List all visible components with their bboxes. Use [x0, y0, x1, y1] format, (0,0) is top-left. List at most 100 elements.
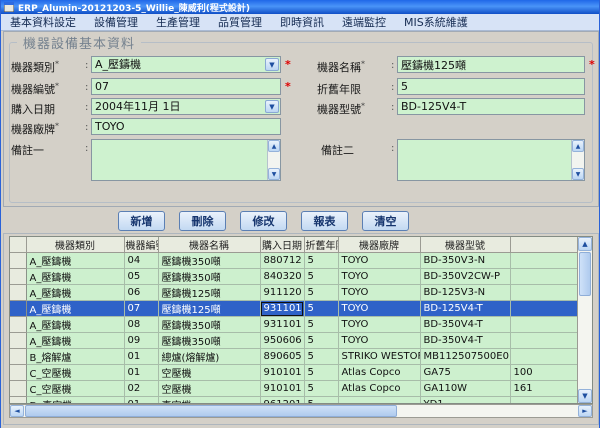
- cell: 09: [124, 332, 159, 349]
- colon: :: [391, 60, 395, 71]
- cell: 161: [510, 380, 579, 397]
- scroll-right-icon[interactable]: ►: [578, 405, 592, 417]
- menu-item-basic-data[interactable]: 基本資料設定: [1, 13, 85, 31]
- cell: 05: [124, 268, 159, 285]
- menu-item-realtime-info[interactable]: 即時資訊: [271, 13, 333, 31]
- cell: 01: [124, 396, 159, 403]
- table-row[interactable]: A_壓鑄機 08 壓鑄機350噸 931101 5 TOYO BD-350V4-T: [10, 316, 579, 333]
- number-field[interactable]: [91, 78, 281, 95]
- name-field[interactable]: [397, 56, 585, 73]
- menu-bar: 基本資料設定 設備管理 生產管理 品質管理 即時資訊 遠端監控 MIS系統維護: [1, 13, 599, 31]
- colon: :: [85, 82, 89, 93]
- add-button[interactable]: 新增: [118, 211, 165, 231]
- clear-button[interactable]: 清空: [362, 211, 409, 231]
- row-selector[interactable]: [10, 364, 27, 381]
- menu-item-equipment[interactable]: 設備管理: [85, 13, 147, 31]
- app-icon: [4, 2, 14, 12]
- memo2-scrollbar[interactable]: ▲ ▼: [571, 140, 584, 180]
- cell: BD-350V4-T: [420, 316, 511, 333]
- memo1-scrollbar[interactable]: ▲ ▼: [267, 140, 280, 180]
- brand-label: 機器廠牌*: [11, 121, 59, 136]
- cell: 壓鑄機125噸: [158, 300, 261, 317]
- cell: A_壓鑄機: [26, 332, 125, 349]
- cell: [510, 332, 579, 349]
- delete-button[interactable]: 刪除: [179, 211, 226, 231]
- title-bar[interactable]: ERP_Alumin-20121203-5_Willie_陳威利(程式設計): [1, 0, 599, 14]
- cell: 空壓機: [158, 364, 261, 381]
- row-selector[interactable]: [10, 268, 27, 285]
- cell: GA110W: [420, 380, 511, 397]
- scroll-up-icon[interactable]: ▲: [268, 140, 280, 152]
- column-header: 機器類別: [26, 237, 125, 253]
- cell: [510, 316, 579, 333]
- cell: A_壓鑄機: [26, 300, 125, 317]
- report-button[interactable]: 報表: [301, 211, 348, 231]
- model-label: 機器型號*: [317, 101, 365, 116]
- row-selector[interactable]: [10, 300, 27, 317]
- purchase-date-picker[interactable]: 2004年11月 1日 ▼: [91, 98, 281, 115]
- menu-item-quality[interactable]: 品質管理: [209, 13, 271, 31]
- scroll-down-icon[interactable]: ▼: [578, 389, 592, 403]
- cell: BD-350V2CW-P: [420, 268, 511, 285]
- memo2-textarea[interactable]: ▲ ▼: [397, 139, 585, 181]
- colon: :: [391, 102, 395, 113]
- cell: TOYO: [338, 332, 421, 349]
- menu-item-remote-monitor[interactable]: 遠端監控: [333, 13, 395, 31]
- category-combobox[interactable]: A_壓鑄機 ▼: [91, 56, 281, 73]
- grid-horizontal-scrollbar[interactable]: ◄ ►: [9, 404, 593, 418]
- scroll-down-icon[interactable]: ▼: [268, 168, 280, 180]
- table-row[interactable]: B_熔解爐01總爐(熔解爐)8906055STRIKO WESTOFENMB11…: [10, 348, 579, 365]
- row-selector[interactable]: [10, 332, 27, 349]
- scrollbar-thumb[interactable]: [579, 252, 591, 296]
- cell: 910101: [260, 380, 305, 397]
- category-value: A_壓鑄機: [95, 58, 142, 71]
- cell: D_真空機: [26, 396, 125, 403]
- cell: A_壓鑄機: [26, 252, 125, 269]
- scrollbar-thumb[interactable]: [25, 405, 397, 417]
- grid-vertical-scrollbar[interactable]: ▲ ▼: [577, 237, 592, 403]
- table-row[interactable]: A_壓鑄機 04 壓鑄機350噸 880712 5 TOYO BD-350V3-N: [10, 252, 579, 269]
- table-row[interactable]: C_空壓機 01 空壓機 910101 5 Atlas Copco GA75 100: [10, 364, 579, 381]
- scrollbar-track[interactable]: [578, 297, 592, 389]
- menu-item-production[interactable]: 生產管理: [147, 13, 209, 31]
- table-row[interactable]: C_空壓機 02 空壓機 910101 5 Atlas Copco GA110W 161: [10, 380, 579, 397]
- category-label: 機器類別*: [11, 59, 59, 74]
- table-row[interactable]: D_真空機01真空機9612015 YD1: [10, 396, 579, 403]
- row-selector[interactable]: [10, 252, 27, 269]
- chevron-down-icon[interactable]: ▼: [265, 58, 279, 71]
- required-icon: *: [285, 80, 291, 93]
- model-field[interactable]: [397, 98, 585, 115]
- memo1-label: 備註一: [11, 144, 44, 157]
- cell: A_壓鑄機: [26, 284, 125, 301]
- memo1-textarea[interactable]: ▲ ▼: [91, 139, 281, 181]
- scroll-up-icon[interactable]: ▲: [572, 140, 584, 152]
- action-buttons: 新增 刪除 修改 報表 清空: [118, 211, 409, 231]
- depreciation-field[interactable]: [397, 78, 585, 95]
- table-row[interactable]: A_壓鑄機 07 壓鑄機125噸 931101 5 TOYO BD-125V4-T: [10, 300, 579, 317]
- row-selector[interactable]: [10, 380, 27, 397]
- chevron-down-icon[interactable]: ▼: [265, 100, 279, 113]
- scroll-up-icon[interactable]: ▲: [578, 237, 592, 251]
- cell: 5: [304, 252, 339, 269]
- cell: 08: [124, 316, 159, 333]
- row-selector[interactable]: [10, 316, 27, 333]
- table-row[interactable]: A_壓鑄機 09 壓鑄機350噸 950606 5 TOYO BD-350V4-T: [10, 332, 579, 349]
- modify-button[interactable]: 修改: [240, 211, 287, 231]
- brand-field[interactable]: [91, 118, 281, 135]
- cell: 5: [304, 364, 339, 381]
- cell: A_壓鑄機: [26, 268, 125, 285]
- table-row[interactable]: A_壓鑄機 06 壓鑄機125噸 911120 5 TOYO BD-125V3-N: [10, 284, 579, 301]
- row-selector[interactable]: [10, 396, 27, 403]
- scroll-left-icon[interactable]: ◄: [10, 405, 24, 417]
- menu-item-mis-maintenance[interactable]: MIS系統維護: [395, 13, 477, 31]
- cell: 壓鑄機350噸: [158, 252, 261, 269]
- row-selector[interactable]: [10, 348, 27, 365]
- cell: TOYO: [338, 252, 421, 269]
- cell: B_熔解爐: [26, 348, 125, 365]
- row-selector[interactable]: [10, 284, 27, 301]
- scrollbar-track[interactable]: [398, 405, 578, 417]
- cell: [510, 300, 579, 317]
- purchase-date-label: 購入日期: [11, 103, 55, 116]
- scroll-down-icon[interactable]: ▼: [572, 168, 584, 180]
- table-row[interactable]: A_壓鑄機 05 壓鑄機350噸 840320 5 TOYO BD-350V2CW-P: [10, 268, 579, 285]
